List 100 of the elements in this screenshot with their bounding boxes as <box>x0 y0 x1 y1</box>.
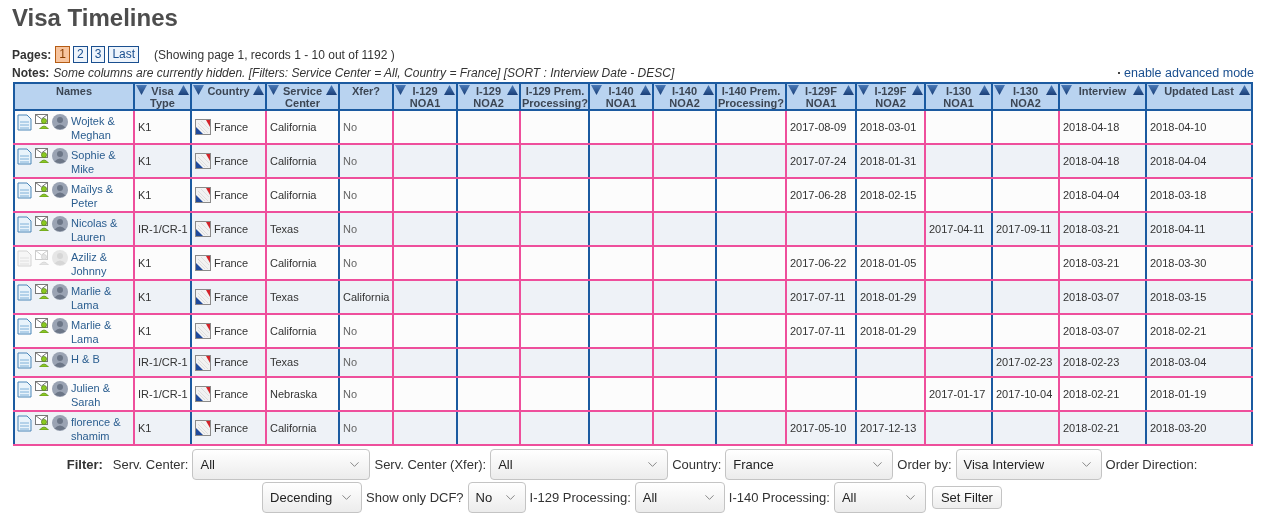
envelope-person-icon[interactable] <box>35 148 50 163</box>
document-icon[interactable] <box>17 415 32 432</box>
dropdown[interactable]: France <box>725 449 894 480</box>
dropdown[interactable]: Visa Interview <box>955 449 1102 480</box>
column-header[interactable]: I-129 NOA1 <box>393 83 457 110</box>
couple-name-link[interactable]: Sophie & Mike <box>17 148 131 176</box>
sort-up-icon[interactable] <box>444 85 455 95</box>
couple-name-link[interactable]: Marlie & Lama <box>17 318 131 346</box>
page-link[interactable]: 3 <box>90 46 106 63</box>
document-icon[interactable] <box>17 381 32 398</box>
sort-up-icon[interactable] <box>843 85 854 95</box>
envelope-person-icon[interactable] <box>35 381 50 396</box>
flag-icon <box>195 289 211 305</box>
document-icon[interactable] <box>17 114 32 131</box>
avatar-icon[interactable] <box>52 182 68 198</box>
sort-up-icon[interactable] <box>178 85 189 95</box>
column-header[interactable]: I-129 NOA2 <box>457 83 520 110</box>
avatar-icon[interactable] <box>52 415 68 431</box>
avatar-icon[interactable] <box>52 148 68 164</box>
dropdown[interactable]: All <box>634 482 725 513</box>
sort-up-icon[interactable] <box>507 85 518 95</box>
sort-up-icon[interactable] <box>1133 85 1144 95</box>
envelope-person-icon[interactable] <box>35 182 50 197</box>
sort-down-icon[interactable] <box>591 85 602 95</box>
sort-up-icon[interactable] <box>912 85 923 95</box>
column-header[interactable]: Interview <box>1059 83 1146 110</box>
column-header: Xfer? <box>339 83 393 110</box>
table-cell <box>992 411 1059 445</box>
avatar-icon[interactable] <box>52 318 68 334</box>
envelope-person-icon[interactable] <box>35 284 50 299</box>
envelope-person-icon[interactable] <box>35 318 50 333</box>
dropdown[interactable]: No <box>467 482 526 513</box>
sort-down-icon[interactable] <box>994 85 1005 95</box>
couple-name-link[interactable]: Julien & Sarah <box>17 381 131 409</box>
sort-up-icon[interactable] <box>326 85 337 95</box>
couple-name-link[interactable]: Marlie & Lama <box>17 284 131 312</box>
document-icon[interactable] <box>17 148 32 165</box>
column-header[interactable]: I-130 NOA1 <box>925 83 992 110</box>
flag-icon <box>195 153 211 169</box>
sort-up-icon[interactable] <box>979 85 990 95</box>
sort-up-icon[interactable] <box>253 85 264 95</box>
sort-down-icon[interactable] <box>788 85 799 95</box>
column-header[interactable]: I-140 NOA2 <box>653 83 716 110</box>
column-header[interactable]: I-129F NOA1 <box>786 83 856 110</box>
avatar-icon[interactable] <box>52 352 68 368</box>
filter-field-label: Country: <box>672 455 722 474</box>
sort-down-icon[interactable] <box>193 85 204 95</box>
dropdown[interactable]: Decending <box>262 482 363 513</box>
page-link[interactable]: 2 <box>73 46 88 63</box>
column-header[interactable]: Visa Type <box>134 83 191 110</box>
sort-up-icon[interactable] <box>1239 85 1250 95</box>
sort-down-icon[interactable] <box>268 85 279 95</box>
document-icon[interactable] <box>17 284 32 301</box>
country-cell: France <box>191 411 266 445</box>
avatar-icon[interactable] <box>52 216 68 232</box>
document-icon[interactable] <box>17 352 32 369</box>
document-icon[interactable] <box>17 216 32 233</box>
page-link[interactable]: 1 <box>55 46 71 63</box>
table-cell: 2017-12-13 <box>856 411 925 445</box>
sort-down-icon[interactable] <box>1061 85 1072 95</box>
couple-name-link[interactable]: Nicolas & Lauren <box>17 216 131 244</box>
page-link[interactable]: Last <box>108 46 140 63</box>
couple-name-link[interactable]: Maïlys & Peter <box>17 182 131 210</box>
avatar-icon[interactable] <box>52 114 68 130</box>
envelope-person-icon[interactable] <box>35 114 50 129</box>
column-header[interactable]: I-140 NOA1 <box>589 83 653 110</box>
dropdown[interactable]: All <box>192 449 371 480</box>
couple-name-link[interactable]: florence & shamim <box>17 415 131 443</box>
column-header[interactable]: Country <box>191 83 266 110</box>
notes-label: Notes: <box>12 65 50 82</box>
envelope-person-icon[interactable] <box>35 216 50 231</box>
set-filter-button[interactable]: Set Filter <box>931 486 1002 509</box>
envelope-person-icon[interactable] <box>35 415 50 430</box>
sort-down-icon[interactable] <box>1148 85 1159 95</box>
sort-up-icon[interactable] <box>703 85 714 95</box>
dropdown[interactable]: All <box>833 482 926 513</box>
table-cell: 2017-05-10 <box>786 411 856 445</box>
sort-down-icon[interactable] <box>395 85 406 95</box>
column-header[interactable]: Updated Last <box>1146 83 1252 110</box>
sort-up-icon[interactable] <box>640 85 651 95</box>
column-header[interactable]: Service Center <box>266 83 339 110</box>
sort-down-icon[interactable] <box>655 85 666 95</box>
envelope-person-icon[interactable] <box>35 352 50 367</box>
document-icon[interactable] <box>17 318 32 335</box>
sort-down-icon[interactable] <box>858 85 869 95</box>
sort-down-icon[interactable] <box>927 85 938 95</box>
avatar-icon[interactable] <box>52 381 68 397</box>
document-icon[interactable] <box>17 182 32 199</box>
avatar-icon[interactable] <box>52 284 68 300</box>
dropdown[interactable]: All <box>490 449 669 480</box>
sort-down-icon[interactable] <box>459 85 470 95</box>
advanced-mode-link[interactable]: enable advanced mode <box>1124 63 1254 83</box>
table-cell <box>393 411 457 445</box>
column-header[interactable]: I-129F NOA2 <box>856 83 925 110</box>
couple-name-link[interactable]: H & B <box>17 352 131 366</box>
sort-up-icon[interactable] <box>1046 85 1057 95</box>
column-header[interactable]: I-130 NOA2 <box>992 83 1059 110</box>
filter-field-label: Serv. Center: <box>112 455 189 474</box>
couple-name-link[interactable]: Wojtek & Meghan <box>17 114 131 142</box>
sort-down-icon[interactable] <box>136 85 147 95</box>
